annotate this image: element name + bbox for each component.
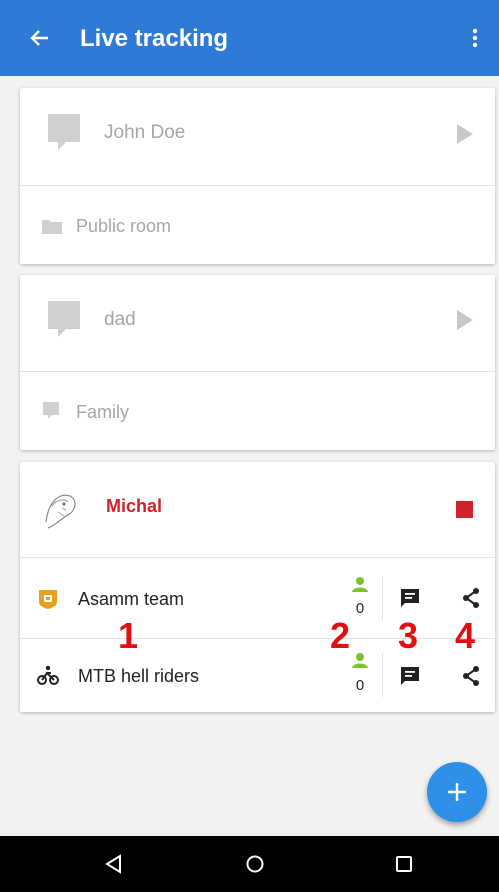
- room-name: Public room: [76, 216, 172, 236]
- group-row[interactable]: MTB hell riders 0: [20, 639, 495, 712]
- chat-bubble-icon: [46, 112, 82, 157]
- member-count: 0: [355, 677, 365, 694]
- group-name: Asamm team: [78, 589, 185, 609]
- room-name: Family: [76, 402, 129, 422]
- room-row[interactable]: Family: [20, 372, 495, 450]
- tracking-session-row[interactable]: Michal: [20, 462, 495, 557]
- annotation-1: 1: [118, 615, 139, 656]
- session-name: Michal: [106, 496, 163, 516]
- avatar: [36, 482, 84, 530]
- annotation-2: 2: [330, 615, 351, 656]
- system-nav-bar: [0, 836, 499, 892]
- member-count: 0: [355, 600, 365, 617]
- tracking-session-row[interactable]: dad: [20, 275, 495, 371]
- nav-home-icon[interactable]: [241, 850, 269, 878]
- tracking-card-dad: dad Family: [20, 275, 495, 450]
- share-icon[interactable]: [461, 587, 481, 614]
- play-icon[interactable]: [456, 123, 474, 150]
- chat-icon[interactable]: [400, 588, 420, 613]
- nav-back-icon[interactable]: [100, 850, 128, 878]
- vertical-divider: [382, 576, 383, 620]
- chat-bubble-small-icon: [42, 401, 60, 426]
- share-icon[interactable]: [461, 665, 481, 692]
- chat-bubble-icon: [46, 299, 82, 344]
- member-icon: [351, 576, 369, 597]
- add-fab-button[interactable]: [427, 762, 487, 822]
- tracking-card-john-doe: John Doe Public room: [20, 88, 495, 264]
- plus-icon: [448, 783, 466, 801]
- tracking-card-michal: Michal Asamm team 0 MTB hell riders 0: [20, 462, 495, 712]
- app-bar: Live tracking: [0, 0, 499, 76]
- tracking-session-row[interactable]: John Doe: [20, 88, 495, 185]
- session-name: John Doe: [104, 122, 186, 143]
- group-name: MTB hell riders: [78, 666, 200, 686]
- session-name: dad: [104, 309, 136, 330]
- back-arrow-icon[interactable]: [26, 24, 54, 52]
- annotation-3: 3: [398, 615, 419, 656]
- stop-icon[interactable]: [456, 501, 473, 518]
- member-icon: [351, 652, 369, 673]
- room-row[interactable]: Public room: [20, 186, 495, 264]
- annotation-4: 4: [455, 615, 476, 656]
- biker-icon: [37, 665, 59, 690]
- folder-icon: [42, 218, 62, 239]
- nav-recents-icon[interactable]: [390, 850, 418, 878]
- group-row[interactable]: Asamm team 0: [20, 558, 495, 638]
- team-badge-icon: [37, 588, 59, 615]
- page-title: Live tracking: [80, 25, 229, 52]
- vertical-divider: [382, 653, 383, 697]
- overflow-menu-icon[interactable]: [463, 24, 487, 52]
- play-icon[interactable]: [456, 309, 474, 336]
- chat-icon[interactable]: [400, 666, 420, 691]
